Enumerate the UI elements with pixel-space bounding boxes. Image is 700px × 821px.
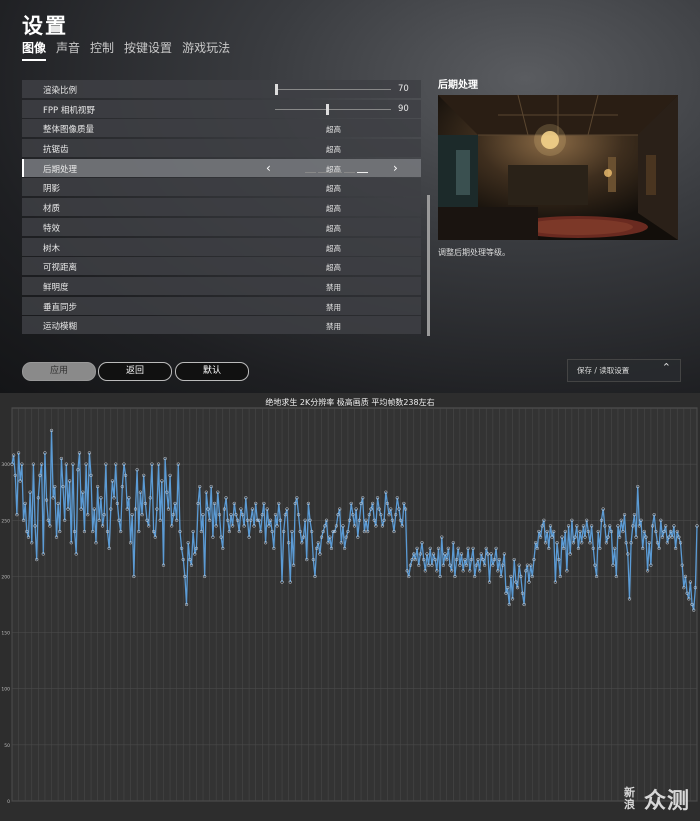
chevron-up-icon: ⌃ — [661, 361, 671, 374]
setting-post-processing[interactable]: 后期处理 ‹ 超高 › — [22, 158, 421, 177]
preview-description: 调整后期处理等级。 — [438, 248, 510, 257]
tab-bar: 图像 声音 控制 按键设置 游戏玩法 — [22, 39, 230, 61]
setting-anti-aliasing[interactable]: 抗锯齿 超高 — [22, 139, 421, 158]
setting-value: 超高 — [326, 164, 341, 174]
watermark: 新浪 众测 — [624, 783, 690, 815]
setting-label: 阴影 — [43, 184, 61, 195]
setting-foliage[interactable]: 树木 超高 — [22, 237, 421, 256]
setting-label: 垂直同步 — [43, 302, 78, 313]
setting-value: 禁用 — [326, 322, 341, 332]
fov-slider[interactable] — [275, 103, 391, 115]
apply-button[interactable]: 应用 — [22, 362, 96, 381]
setting-shadows[interactable]: 阴影 超高 — [22, 178, 421, 197]
y-tick-label: 200 — [1, 574, 10, 580]
y-tick-label: 100 — [1, 687, 10, 693]
setting-view-distance[interactable]: 可视距离 超高 — [22, 257, 421, 276]
save-load-settings-dropdown[interactable]: 保存 / 读取设置 ⌃ — [567, 359, 681, 382]
setting-overall-quality[interactable]: 整体图像质量 超高 — [22, 119, 421, 138]
setting-value: 超高 — [326, 184, 341, 194]
setting-render-scale[interactable]: 渲染比例 70 — [22, 80, 421, 98]
setting-label: FPP 相机视野 — [43, 105, 95, 116]
fps-chart-panel: 绝地求生 2K分辨率 极高画质 平均帧数238左右 0 50 100 150 200 25… — [0, 393, 700, 821]
setting-label: 树木 — [43, 243, 61, 254]
setting-value: 禁用 — [326, 282, 341, 292]
watermark-main-text: 众测 — [643, 789, 690, 814]
chevron-right-icon[interactable]: › — [393, 161, 398, 175]
setting-value: 超高 — [326, 223, 341, 233]
setting-value: 超高 — [326, 204, 341, 214]
tab-keybindings[interactable]: 按键设置 — [124, 39, 172, 61]
setting-value: 禁用 — [326, 302, 341, 312]
setting-effects[interactable]: 特效 超高 — [22, 217, 421, 236]
y-tick-label: 50 — [4, 743, 10, 749]
setting-label: 可视距离 — [43, 263, 78, 274]
setting-value: 90 — [398, 103, 409, 114]
setting-motion-blur[interactable]: 运动模糊 禁用 — [22, 316, 421, 335]
level-indicator — [305, 171, 368, 173]
y-tick-label: 0 — [7, 799, 10, 805]
slider-knob[interactable] — [325, 103, 329, 115]
setting-label: 鲜明度 — [43, 282, 69, 293]
setting-label: 抗锯齿 — [43, 145, 69, 156]
setting-label: 运动模糊 — [43, 322, 78, 333]
setting-label: 材质 — [43, 204, 61, 215]
game-settings-screen: 设置 图像 声音 控制 按键设置 游戏玩法 渲染比例 70 FPP 相机视野 9… — [0, 0, 700, 393]
settings-list: 渲染比例 70 FPP 相机视野 90 整体图像质量 超高 抗锯齿 超高 后期处… — [22, 80, 421, 336]
settings-scrollbar[interactable] — [427, 195, 430, 336]
setting-value: 超高 — [326, 145, 341, 155]
setting-sharpen[interactable]: 鲜明度 禁用 — [22, 276, 421, 295]
back-button[interactable]: 返回 — [98, 362, 172, 381]
tab-controls[interactable]: 控制 — [90, 39, 114, 61]
preview-image — [438, 95, 678, 240]
setting-value: 70 — [398, 84, 409, 94]
y-tick-label: 250 — [1, 518, 10, 524]
setting-value: 超高 — [326, 125, 341, 135]
watermark-stack-text: 新浪 — [623, 786, 636, 811]
setting-label: 后期处理 — [43, 164, 78, 175]
y-tick-label: 150 — [1, 631, 10, 637]
tab-sound[interactable]: 声音 — [56, 39, 80, 61]
setting-fpp-fov[interactable]: FPP 相机视野 90 — [22, 99, 421, 118]
fps-line-chart: 0 50 100 150 200 250 300 — [1, 407, 699, 805]
tab-graphics[interactable]: 图像 — [22, 39, 47, 61]
setting-value: 超高 — [326, 243, 341, 253]
preview-title: 后期处理 — [438, 80, 478, 91]
render-scale-slider[interactable] — [275, 84, 391, 95]
setting-label: 特效 — [43, 223, 61, 234]
save-load-label: 保存 / 读取设置 — [577, 366, 630, 375]
setting-value: 超高 — [326, 263, 341, 273]
y-tick-label: 300 — [1, 462, 10, 468]
tab-gameplay[interactable]: 游戏玩法 — [182, 39, 230, 61]
chevron-left-icon[interactable]: ‹ — [266, 161, 271, 175]
default-button[interactable]: 默认 — [175, 362, 249, 381]
setting-label: 渲染比例 — [43, 86, 78, 96]
setting-vsync[interactable]: 垂直同步 禁用 — [22, 296, 421, 315]
page-title: 设置 — [22, 14, 68, 38]
setting-textures[interactable]: 材质 超高 — [22, 198, 421, 217]
setting-label: 整体图像质量 — [43, 125, 95, 136]
slider-knob[interactable] — [275, 84, 278, 95]
